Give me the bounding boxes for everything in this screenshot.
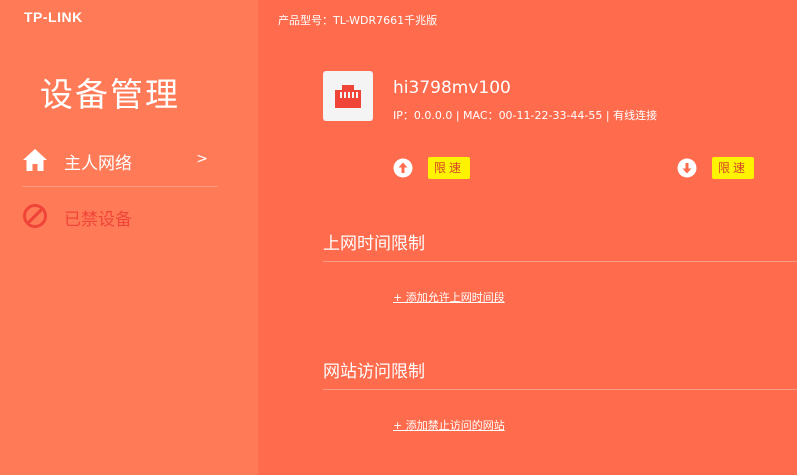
sidebar-item-blocked-devices[interactable]: 已禁设备 <box>22 198 218 234</box>
device-info: IP：0.0.0.0 | MAC：00-11-22-33-44-55 | 有线连… <box>393 109 658 122</box>
upload-limit-button[interactable]: 限速 <box>428 157 471 179</box>
time-limit-divider <box>323 261 797 262</box>
download-arrow-icon <box>677 158 697 178</box>
upload-arrow-icon <box>393 158 413 178</box>
sidebar-item-label: 已禁设备 <box>64 210 132 230</box>
sidebar-item-host-network[interactable]: 主人网络 > <box>22 142 218 178</box>
add-blocked-site-link[interactable]: + 添加禁止访问的网站 <box>393 417 505 433</box>
product-model: 产品型号：TL-WDR7661千兆版 <box>278 14 438 27</box>
ethernet-port-icon <box>335 85 361 108</box>
ban-icon <box>23 204 47 228</box>
add-allowed-time-link[interactable]: + 添加允许上网时间段 <box>393 289 505 305</box>
sidebar-divider <box>22 186 218 187</box>
time-limit-title: 上网时间限制 <box>323 234 425 254</box>
chevron-right-icon: > <box>196 151 208 167</box>
app-window: TP-LINK 设备管理 主人网络 > 已禁设备 产品型号：TL-WDR7661… <box>0 0 797 475</box>
sidebar-item-label: 主人网络 <box>64 154 132 174</box>
sidebar-title: 设备管理 <box>40 75 180 114</box>
site-limit-title: 网站访问限制 <box>323 362 425 382</box>
tp-link-logo: TP-LINK <box>24 9 83 25</box>
device-name: hi3798mv100 <box>393 78 511 98</box>
sidebar: TP-LINK 设备管理 主人网络 > 已禁设备 <box>0 0 258 475</box>
device-icon-box <box>323 71 373 121</box>
download-limit-button[interactable]: 限速 <box>712 157 755 179</box>
home-icon <box>23 149 47 171</box>
site-limit-divider <box>323 389 797 390</box>
